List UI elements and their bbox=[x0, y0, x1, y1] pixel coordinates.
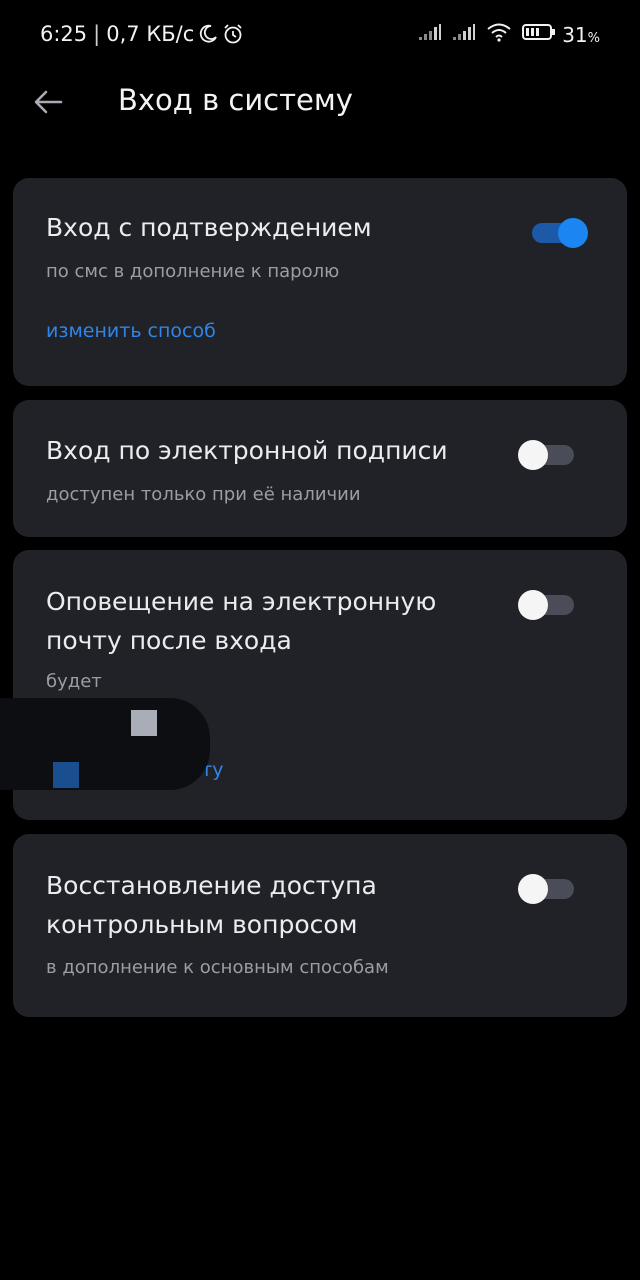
toggle-knob bbox=[518, 590, 548, 620]
email-notification-toggle[interactable] bbox=[518, 590, 576, 620]
arrow-left-icon bbox=[34, 90, 63, 114]
status-right: 31% bbox=[408, 22, 600, 47]
moon-icon bbox=[198, 24, 218, 44]
setting-title: Вход с подтверждением bbox=[46, 213, 372, 242]
toggle-knob bbox=[518, 874, 548, 904]
battery-unit: % bbox=[587, 30, 600, 46]
setting-card-security-question[interactable]: Восстановление доступа контрольным вопро… bbox=[13, 834, 627, 1017]
redacted-square bbox=[131, 710, 157, 736]
battery-icon bbox=[522, 22, 556, 47]
setting-title: Оповещение на электронную почту после вх… bbox=[46, 587, 437, 655]
setting-card-email-notification[interactable]: Оповещение на электронную почту после вх… bbox=[0, 550, 627, 820]
setting-subtitle: доступен только при её наличии bbox=[46, 484, 361, 505]
electronic-signature-toggle[interactable] bbox=[518, 440, 576, 470]
wifi-icon bbox=[486, 22, 512, 47]
page-title: Вход в систему bbox=[118, 83, 353, 117]
setting-subtitle: в дополнение к основным способам bbox=[46, 957, 389, 978]
app-header: Вход в систему bbox=[0, 70, 640, 140]
toggle-knob bbox=[518, 440, 548, 470]
redacted-square-blue bbox=[53, 762, 79, 788]
setting-title: Вход по электронной подписи bbox=[46, 436, 448, 465]
security-question-toggle[interactable] bbox=[518, 874, 576, 904]
status-bar: 6:25 | 0,7 КБ/с 31% bbox=[0, 0, 640, 70]
status-time: 6:25 bbox=[40, 22, 88, 46]
signal-icon-2 bbox=[452, 23, 476, 46]
setting-subtitle: по смс в дополнение к паролю bbox=[46, 261, 340, 282]
setting-card-electronic-signature[interactable]: Вход по электронной подписи доступен тол… bbox=[13, 400, 627, 537]
battery-level: 31% bbox=[562, 23, 600, 47]
status-left: 6:25 | 0,7 КБ/с bbox=[40, 22, 244, 46]
redacted-area bbox=[0, 698, 210, 790]
network-speed: 0,7 КБ/с bbox=[106, 22, 195, 46]
alarm-icon bbox=[222, 23, 244, 45]
change-method-link[interactable]: изменить способ bbox=[46, 320, 216, 342]
signal-icon bbox=[418, 23, 442, 46]
setting-title: Восстановление доступа контрольным вопро… bbox=[46, 871, 377, 939]
toggle-knob bbox=[558, 218, 588, 248]
setting-card-login-confirmation[interactable]: Вход с подтверждением по смс в дополнени… bbox=[13, 178, 627, 386]
status-separator: | bbox=[93, 22, 101, 46]
back-button[interactable] bbox=[28, 82, 68, 122]
login-confirmation-toggle[interactable] bbox=[530, 218, 588, 248]
battery-percent: 31 bbox=[562, 22, 588, 47]
setting-subtitle: будет bbox=[46, 671, 102, 692]
